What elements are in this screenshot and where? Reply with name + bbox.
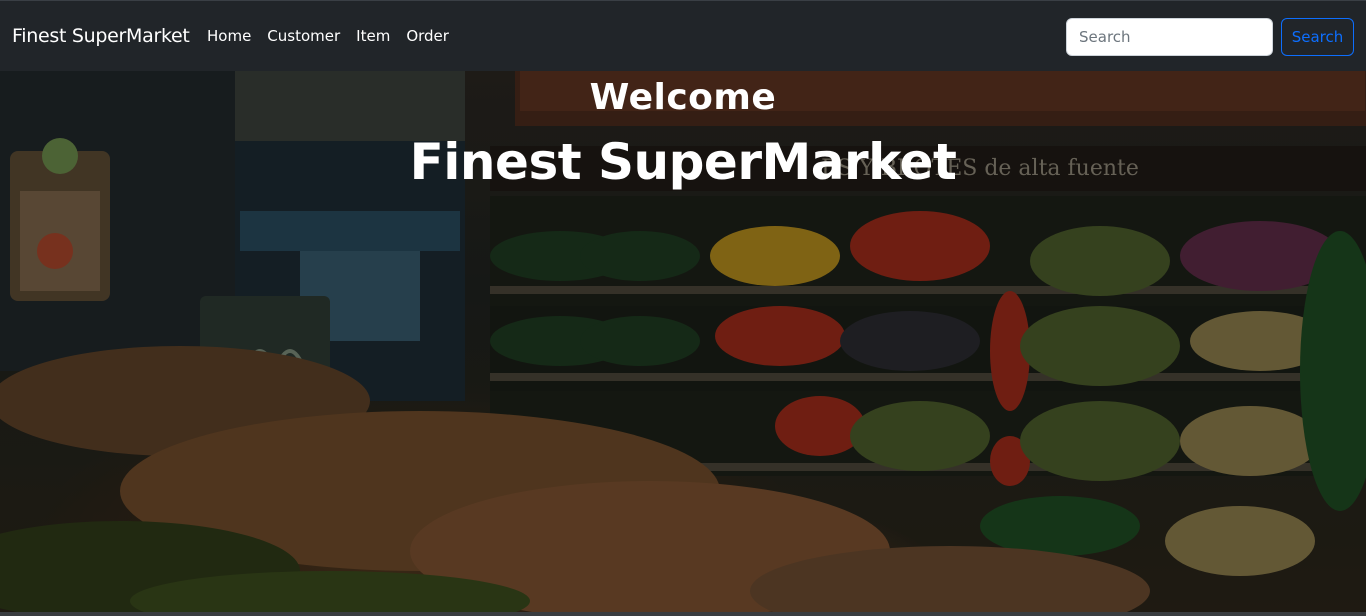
hero-welcome-text: Welcome [589, 77, 777, 118]
page-bottom-border [0, 612, 1366, 616]
search-button[interactable]: Search [1281, 18, 1354, 56]
nav-link-order[interactable]: Order [406, 27, 449, 45]
nav-links: Home Customer Item Order [207, 27, 465, 45]
nav-link-home[interactable]: Home [207, 27, 251, 45]
search-input[interactable] [1066, 18, 1273, 56]
hero-banner: ES Y BROTES de alta fuente Welcome Fines… [0, 71, 1366, 612]
nav-link-customer[interactable]: Customer [267, 27, 340, 45]
nav-link-item[interactable]: Item [356, 27, 390, 45]
hero-title: Finest SuperMarket [409, 133, 957, 191]
brand-link[interactable]: Finest SuperMarket [12, 25, 190, 47]
top-navbar: Finest SuperMarket Home Customer Item Or… [0, 0, 1366, 71]
